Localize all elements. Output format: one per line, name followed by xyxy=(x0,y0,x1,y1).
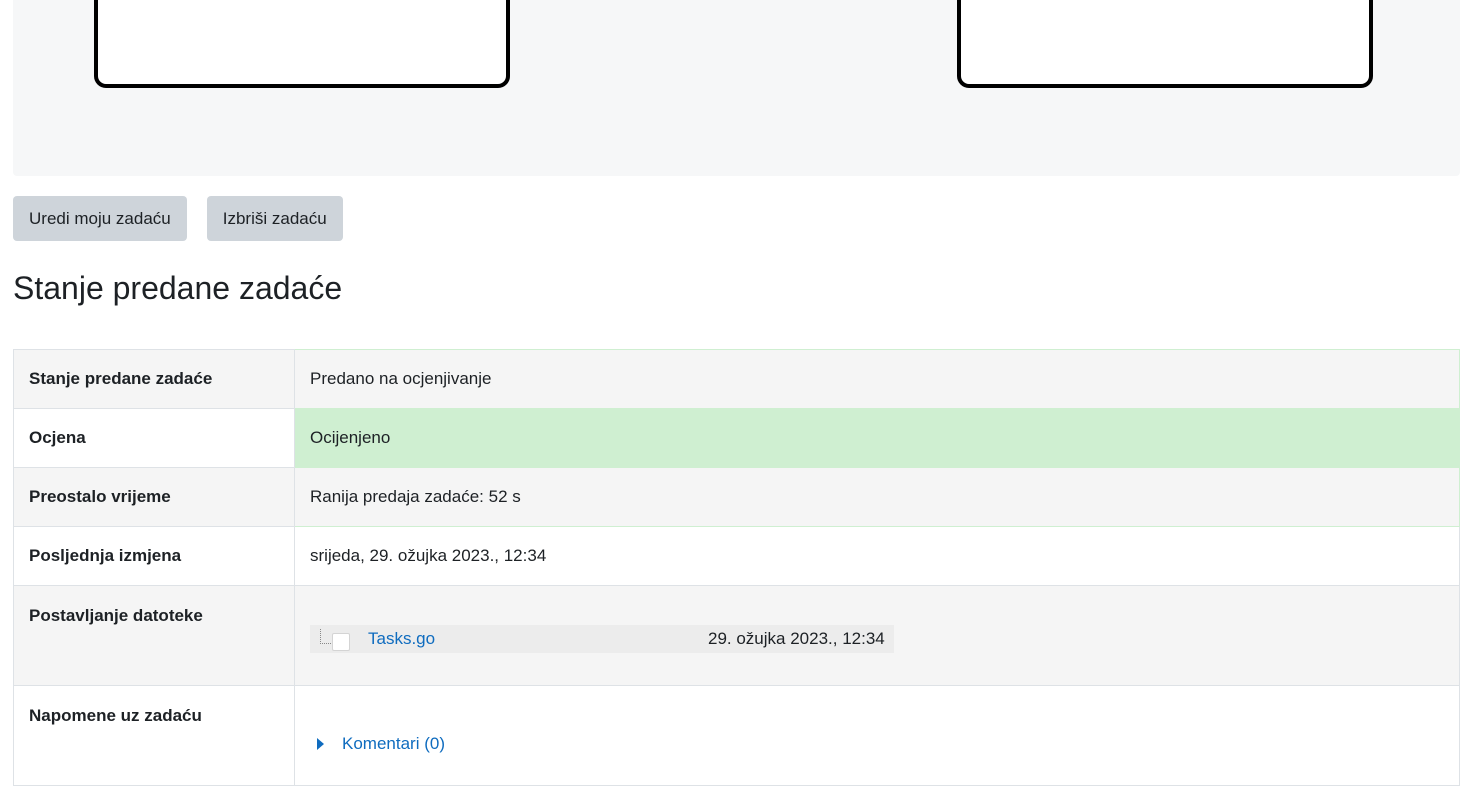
row-label-time-remaining: Preostalo vrijeme xyxy=(13,467,295,527)
file-upload-cell: Tasks.go 29. ožujka 2023., 12:34 xyxy=(294,585,1460,686)
table-row: Posljednja izmjena srijeda, 29. ožujka 2… xyxy=(13,526,1460,586)
table-row: Preostalo vrijeme Ranija predaja zadaće:… xyxy=(13,467,1460,527)
submission-comments-cell: Komentari (0) xyxy=(294,685,1460,786)
table-row: Ocjena Ocijenjeno xyxy=(13,408,1460,468)
comments-link[interactable]: Komentari (0) xyxy=(342,734,445,754)
row-label-grade: Ocjena xyxy=(13,408,295,468)
submission-status-value: Predano na ocjenjivanje xyxy=(294,349,1460,409)
assignment-page: Uredi moju zadaću Izbriši zadaću Stanje … xyxy=(0,0,1480,811)
table-row: Napomene uz zadaću Komentari (0) xyxy=(13,685,1460,786)
row-label-last-modified: Posljednja izmjena xyxy=(13,526,295,586)
table-row: Stanje predane zadaće Predano na ocjenji… xyxy=(13,349,1460,409)
submission-actions: Uredi moju zadaću Izbriši zadaću xyxy=(13,196,343,241)
uploaded-file-link[interactable]: Tasks.go xyxy=(368,629,708,649)
comments-toggle[interactable]: Komentari (0) xyxy=(310,734,1444,754)
submission-status-heading: Stanje predane zadaće xyxy=(13,270,343,306)
row-label-submission-comments: Napomene uz zadaću xyxy=(13,685,295,786)
delete-submission-button[interactable]: Izbriši zadaću xyxy=(206,196,343,241)
uploaded-file-item: Tasks.go 29. ožujka 2023., 12:34 xyxy=(310,624,894,653)
preview-area xyxy=(13,0,1460,176)
row-label-submission-status: Stanje predane zadaće xyxy=(13,349,295,409)
last-modified-value: srijeda, 29. ožujka 2023., 12:34 xyxy=(294,526,1460,586)
submission-status-table: Stanje predane zadaće Predano na ocjenji… xyxy=(13,349,1460,786)
table-row: Postavljanje datoteke Tasks.go 29. ožujk… xyxy=(13,585,1460,686)
preview-box-left xyxy=(94,0,510,88)
preview-box-right xyxy=(957,0,1373,88)
caret-right-icon[interactable] xyxy=(317,737,324,750)
row-label-file-upload: Postavljanje datoteke xyxy=(13,585,295,686)
grade-status-value: Ocijenjeno xyxy=(294,408,1460,468)
time-remaining-value: Ranija predaja zadaće: 52 s xyxy=(294,467,1460,527)
document-icon xyxy=(318,627,352,651)
edit-submission-button[interactable]: Uredi moju zadaću xyxy=(13,196,187,241)
uploaded-file-date: 29. ožujka 2023., 12:34 xyxy=(708,628,885,648)
